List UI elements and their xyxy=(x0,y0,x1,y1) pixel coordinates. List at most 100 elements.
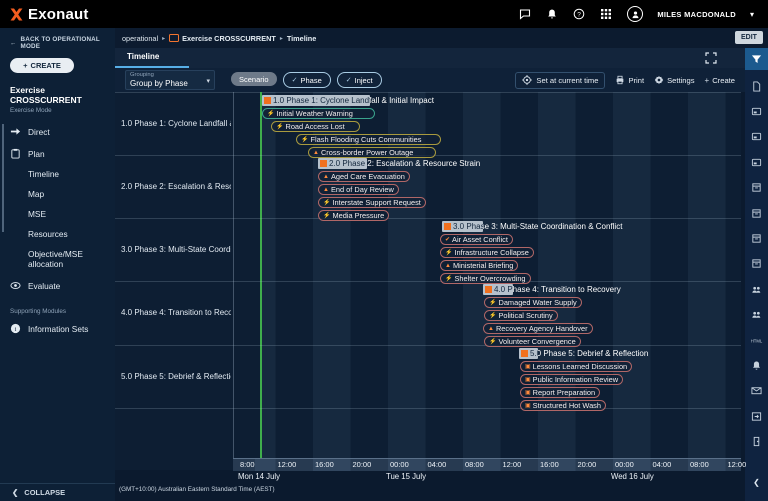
fullscreen-icon[interactable] xyxy=(705,52,717,64)
users-icon[interactable] xyxy=(745,281,768,297)
inject-pill[interactable]: ⚡Infrastructure Collapse xyxy=(440,247,534,258)
sidebar-item-plan[interactable]: Plan xyxy=(0,142,115,164)
phase-marker-icon xyxy=(444,223,451,230)
inject-pill[interactable]: ▣Report Preparation xyxy=(520,387,600,398)
help-icon[interactable]: ? xyxy=(573,8,586,21)
inject-label: Interstate Support Request xyxy=(332,198,420,207)
sidebar-item-objective-mse-allocation[interactable]: Objective/MSE allocation xyxy=(0,244,115,274)
flash-icon: ⚡ xyxy=(267,111,274,117)
sidebar-item-timeline[interactable]: Timeline xyxy=(0,164,115,184)
archive-icon[interactable] xyxy=(745,256,768,272)
inject-pill[interactable]: ⚡Damaged Water Supply xyxy=(484,297,582,308)
flash-icon: ⚡ xyxy=(489,313,496,319)
user-name[interactable]: MILES MACDONALD xyxy=(657,10,736,19)
inject-pill[interactable]: ▲Cross-border Power Outage xyxy=(308,147,436,158)
users-icon[interactable] xyxy=(745,307,768,323)
row-separator xyxy=(115,408,741,409)
flash-icon: ⚡ xyxy=(301,137,308,143)
inject-label: Cross-border Power Outage xyxy=(321,148,413,157)
card-icon[interactable] xyxy=(745,154,768,170)
inject-label: Initial Weather Warning xyxy=(276,109,352,118)
strip-collapse-chevron-icon[interactable]: ❮ xyxy=(745,478,768,487)
sidebar-item-resources[interactable]: Resources xyxy=(0,224,115,244)
phase-bar-label-on-bar: 4.0 Phase 4: Transition to Recovery xyxy=(494,285,513,294)
inject-pill[interactable]: ✔Air Asset Conflict xyxy=(440,234,513,245)
phase-bar-label-on-bar: 3.0 Phase 3: Multi-State Coordination & … xyxy=(453,222,483,231)
axis-tick-label: 04:00 xyxy=(653,460,672,469)
breadcrumb-operational[interactable]: operational xyxy=(122,34,158,43)
tab-timeline[interactable]: Timeline xyxy=(127,52,159,61)
back-to-operational-mode[interactable]: ← BACK TO OPERATIONAL MODE xyxy=(0,28,115,50)
mail-icon: ▣ xyxy=(525,377,531,383)
inject-pill[interactable]: ▣Public Information Review xyxy=(520,374,623,385)
inject-pill[interactable]: ⚡Flash Flooding Cuts Communities xyxy=(296,134,441,145)
inject-pill[interactable]: ⚡Volunteer Convergence xyxy=(484,336,581,347)
timeline-toolbar: Grouping Group by Phase ▾ Scenario ✓Phase… xyxy=(115,68,745,92)
inject-label: Air Asset Conflict xyxy=(452,235,508,244)
inject-pill[interactable]: ▲Aged Care Evacuation xyxy=(318,171,410,182)
archive-icon[interactable] xyxy=(745,230,768,246)
right-tool-strip: ❮ HTML xyxy=(745,48,768,501)
avatar[interactable] xyxy=(627,6,643,22)
create-inject-button[interactable]: + Create xyxy=(705,76,735,85)
create-button[interactable]: + CREATE xyxy=(10,58,74,73)
axis-tick-label: 20:00 xyxy=(353,460,372,469)
sidebar-item-evaluate[interactable]: Evaluate xyxy=(0,274,115,296)
archive-icon[interactable] xyxy=(745,180,768,196)
grouping-dropdown[interactable]: Grouping Group by Phase ▾ xyxy=(125,70,215,90)
sidebar-item-mse[interactable]: MSE xyxy=(0,204,115,224)
svg-text:HTML: HTML xyxy=(751,338,763,343)
bell-icon[interactable] xyxy=(745,357,768,373)
filter-pill-scenario[interactable]: Scenario xyxy=(231,72,277,86)
message-icon[interactable] xyxy=(519,8,532,21)
sidebar-item-direct[interactable]: Direct xyxy=(0,120,115,142)
door-icon[interactable] xyxy=(745,434,768,450)
settings-button[interactable]: Settings xyxy=(654,75,694,85)
filter-icon[interactable] xyxy=(745,48,768,70)
panel-icon[interactable] xyxy=(745,408,768,424)
inject-pill[interactable]: ⚡Media Pressure xyxy=(318,210,389,221)
breadcrumb-exercise[interactable]: Exercise CROSSCURRENT xyxy=(182,34,276,43)
phase-marker-icon xyxy=(320,160,327,167)
filter-pill-phase[interactable]: ✓Phase xyxy=(283,72,331,88)
inject-label: Ministerial Briefing xyxy=(453,261,513,270)
filter-pill-inject[interactable]: ✓Inject xyxy=(337,72,382,88)
axis-tick-label: 00:00 xyxy=(615,460,634,469)
inject-pill[interactable]: ⚡Political Scrutiny xyxy=(484,310,558,321)
bell-icon[interactable] xyxy=(546,8,559,21)
edit-button[interactable]: EDIT xyxy=(735,31,763,44)
axis-tick-label: 08:00 xyxy=(465,460,484,469)
inject-pill[interactable]: ⚡Interstate Support Request xyxy=(318,197,426,208)
inject-pill[interactable]: ⚡Shelter Overcrowding xyxy=(440,273,531,284)
chevron-down-icon[interactable]: ▾ xyxy=(750,10,754,19)
phase-bar-label-on-bar: 2.0 Phase 2: Escalation & Resource Strai… xyxy=(329,159,367,168)
sidebar-item-information-sets[interactable]: i Information Sets xyxy=(0,317,115,339)
archive-icon[interactable] xyxy=(745,205,768,221)
inject-pill[interactable]: ⚡Initial Weather Warning xyxy=(262,108,375,119)
sidebar-item-map[interactable]: Map xyxy=(0,184,115,204)
svg-text:i: i xyxy=(15,326,17,333)
phase-bar-label: 5.0 Phase 5: Debrief & Reflection xyxy=(530,349,648,358)
inject-pill[interactable]: ▲Ministerial Briefing xyxy=(440,260,518,271)
mail-icon[interactable] xyxy=(745,383,768,399)
card-icon[interactable] xyxy=(745,129,768,145)
print-button[interactable]: Print xyxy=(615,75,644,85)
inject-pill[interactable]: ▲Recovery Agency Handover xyxy=(483,323,593,334)
html-icon[interactable]: HTML xyxy=(745,332,768,348)
apps-grid-icon[interactable] xyxy=(600,8,613,21)
inject-pill[interactable]: ▣Lessons Learned Discussion xyxy=(520,361,632,372)
set-at-current-time-button[interactable]: Set at current time xyxy=(515,72,605,89)
grouping-value: Group by Phase xyxy=(130,79,210,88)
breadcrumb-separator-icon: ▸ xyxy=(162,35,165,42)
flash-icon: ⚡ xyxy=(276,124,283,130)
inject-pill[interactable]: ▣Structured Hot Wash xyxy=(520,400,606,411)
inject-label: Media Pressure xyxy=(332,211,384,220)
document-icon[interactable] xyxy=(745,78,768,94)
card-icon[interactable] xyxy=(745,103,768,119)
exercise-icon xyxy=(169,34,179,42)
sidebar-collapse-button[interactable]: ❮ COLLAPSE xyxy=(0,483,115,501)
inject-pill[interactable]: ▲End of Day Review xyxy=(318,184,399,195)
axis-date-label: Mon 14 July xyxy=(238,472,280,481)
inject-pill[interactable]: ⚡Road Access Lost xyxy=(271,121,360,132)
inject-label: Structured Hot Wash xyxy=(533,401,601,410)
